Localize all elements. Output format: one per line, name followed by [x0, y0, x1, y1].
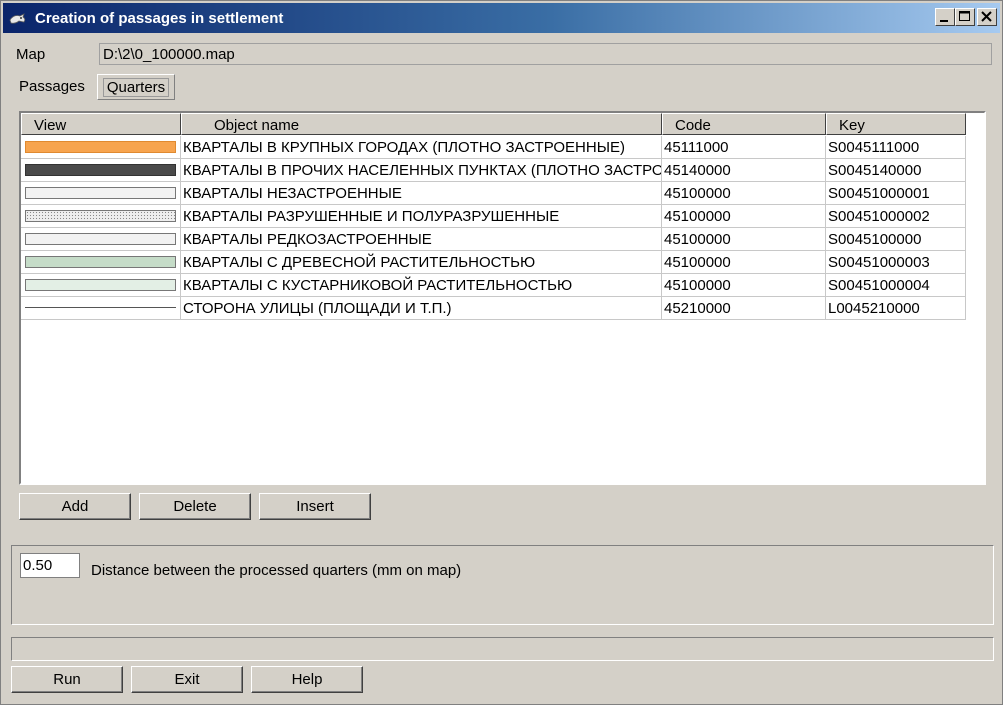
code-cell: 45100000 — [662, 205, 826, 228]
tab-quarters[interactable]: Quarters — [97, 74, 175, 100]
table-row[interactable]: КВАРТАЛЫ С КУСТАРНИКОВОЙ РАСТИТЕЛЬНОСТЬЮ… — [21, 274, 966, 297]
help-button[interactable]: Help — [251, 666, 363, 693]
object-name-cell: КВАРТАЛЫ В КРУПНЫХ ГОРОДАХ (ПЛОТНО ЗАСТР… — [181, 136, 662, 159]
code-cell: 45100000 — [662, 274, 826, 297]
table-row[interactable]: КВАРТАЛЫ В КРУПНЫХ ГОРОДАХ (ПЛОТНО ЗАСТР… — [21, 136, 966, 159]
maximize-button[interactable] — [955, 8, 975, 26]
column-header-view[interactable]: View — [21, 113, 181, 135]
orange-fill-swatch — [25, 141, 176, 153]
light-fill-swatch — [25, 187, 176, 199]
key-cell: S00451000002 — [826, 205, 966, 228]
title-bar[interactable]: Creation of passages in settlement — [3, 3, 1000, 33]
key-cell: S0045111000 — [826, 136, 966, 159]
key-cell: S0045100000 — [826, 228, 966, 251]
view-cell — [21, 274, 181, 297]
status-bar — [11, 637, 994, 661]
line-swatch — [25, 307, 176, 308]
green-fill-swatch — [25, 256, 176, 268]
code-cell: 45111000 — [662, 136, 826, 159]
table-row[interactable]: КВАРТАЛЫ РЕДКОЗАСТРОЕННЫЕ 45100000 S0045… — [21, 228, 966, 251]
dotted-fill-swatch — [25, 210, 176, 222]
dialog-window: Creation of passages in settlement Map D… — [0, 0, 1003, 705]
object-name-cell: КВАРТАЛЫ С ДРЕВЕСНОЙ РАСТИТЕЛЬНОСТЬЮ — [181, 251, 662, 274]
key-cell: S00451000001 — [826, 182, 966, 205]
light-fill-swatch — [25, 233, 176, 245]
view-cell — [21, 205, 181, 228]
code-cell: 45100000 — [662, 228, 826, 251]
quarters-table[interactable]: View Object name Code Key КВАРТАЛЫ В КРУ… — [19, 111, 986, 485]
column-header-code[interactable]: Code — [662, 113, 826, 135]
tab-quarters-label: Quarters — [102, 78, 170, 97]
object-name-cell: КВАРТАЛЫ В ПРОЧИХ НАСЕЛЕННЫХ ПУНКТАХ (ПЛ… — [181, 159, 662, 182]
table-row[interactable]: КВАРТАЛЫ В ПРОЧИХ НАСЕЛЕННЫХ ПУНКТАХ (ПЛ… — [21, 159, 966, 182]
table-row[interactable]: КВАРТАЛЫ С ДРЕВЕСНОЙ РАСТИТЕЛЬНОСТЬЮ 451… — [21, 251, 966, 274]
table-row[interactable]: КВАРТАЛЫ РАЗРУШЕННЫЕ И ПОЛУРАЗРУШЕННЫЕ 4… — [21, 205, 966, 228]
minimize-button[interactable] — [935, 8, 955, 26]
key-cell: S00451000004 — [826, 274, 966, 297]
code-cell: 45100000 — [662, 182, 826, 205]
object-name-cell: КВАРТАЛЫ РАЗРУШЕННЫЕ И ПОЛУРАЗРУШЕННЫЕ — [181, 205, 662, 228]
add-button[interactable]: Add — [19, 493, 131, 520]
key-cell: S0045140000 — [826, 159, 966, 182]
maximize-icon — [959, 11, 970, 21]
view-cell — [21, 251, 181, 274]
table-row[interactable]: СТОРОНА УЛИЦЫ (ПЛОЩАДИ И Т.П.) 45210000 … — [21, 297, 966, 320]
map-path-field: D:\2\0_100000.map — [99, 43, 992, 65]
code-cell: 45100000 — [662, 251, 826, 274]
window-title: Creation of passages in settlement — [35, 10, 284, 27]
key-cell: L0045210000 — [826, 297, 966, 320]
code-cell: 45210000 — [662, 297, 826, 320]
insert-button[interactable]: Insert — [259, 493, 371, 520]
exit-button[interactable]: Exit — [131, 666, 243, 693]
view-cell — [21, 182, 181, 205]
close-button[interactable] — [977, 8, 997, 26]
view-cell — [21, 228, 181, 251]
map-label: Map — [16, 46, 46, 63]
view-cell — [21, 136, 181, 159]
delete-button[interactable]: Delete — [139, 493, 251, 520]
distance-group: 0.50 Distance between the processed quar… — [11, 545, 994, 625]
run-button[interactable]: Run — [11, 666, 123, 693]
dark-gray-fill-swatch — [25, 164, 176, 176]
table-header: View Object name Code Key — [21, 113, 984, 135]
close-icon — [981, 11, 992, 22]
object-name-cell: СТОРОНА УЛИЦЫ (ПЛОЩАДИ И Т.П.) — [181, 297, 662, 320]
distance-label: Distance between the processed quarters … — [91, 562, 462, 579]
pale-green-fill-swatch — [25, 279, 176, 291]
table-row[interactable]: КВАРТАЛЫ НЕЗАСТРОЕННЫЕ 45100000 S0045100… — [21, 182, 966, 205]
tab-passages[interactable]: Passages — [15, 74, 93, 100]
object-name-cell: КВАРТАЛЫ С КУСТАРНИКОВОЙ РАСТИТЕЛЬНОСТЬЮ — [181, 274, 662, 297]
column-header-object-name[interactable]: Object name — [181, 113, 662, 135]
column-header-key[interactable]: Key — [826, 113, 966, 135]
distance-input[interactable]: 0.50 — [20, 553, 80, 578]
object-name-cell: КВАРТАЛЫ РЕДКОЗАСТРОЕННЫЕ — [181, 228, 662, 251]
dolphin-icon — [9, 12, 27, 24]
code-cell: 45140000 — [662, 159, 826, 182]
view-cell — [21, 297, 181, 320]
key-cell: S00451000003 — [826, 251, 966, 274]
minimize-icon — [940, 20, 948, 22]
object-name-cell: КВАРТАЛЫ НЕЗАСТРОЕННЫЕ — [181, 182, 662, 205]
view-cell — [21, 159, 181, 182]
